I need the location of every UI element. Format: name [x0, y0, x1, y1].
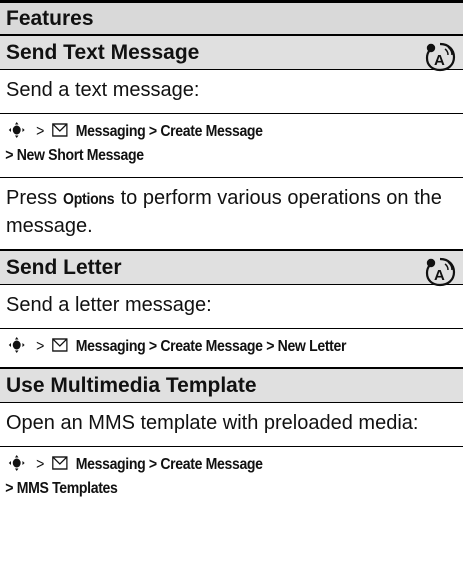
- svg-text:A: A: [434, 267, 445, 284]
- section-intro: Send a letter message:: [6, 294, 212, 316]
- section-title-text: Send Text Message: [6, 41, 200, 64]
- section-intro: Send a text message:: [6, 79, 200, 101]
- path-separator: >: [36, 123, 44, 140]
- menu-path: > Messaging > Create Message > New Lette…: [0, 329, 407, 367]
- features-page: Features Send Text Message A Send a text…: [0, 0, 463, 578]
- path-separator: >: [36, 456, 44, 473]
- nav-key-icon: [8, 337, 25, 353]
- section-use-multimedia-template: Use Multimedia Template Open an MMS temp…: [0, 369, 463, 510]
- envelope-icon: [52, 456, 68, 470]
- section-title: Send Text Message A: [0, 36, 463, 72]
- menu-path: > Messaging > Create Message: [0, 114, 407, 144]
- network-feature-icon: A: [425, 257, 456, 287]
- section-title-text: Send Letter: [6, 256, 122, 279]
- menu-path: > Messaging > Create Message: [0, 447, 407, 477]
- menu-path-continued: > MMS Templates: [5, 480, 118, 497]
- section-note: Press Options to perform various operati…: [0, 178, 463, 249]
- envelope-icon: [52, 338, 68, 352]
- features-header: Features: [0, 0, 463, 36]
- network-feature-icon: A: [425, 42, 456, 72]
- menu-path-text: Messaging > Create Message > New Letter: [75, 338, 347, 355]
- section-send-letter: Send Letter A Send a letter message: > M…: [0, 251, 463, 369]
- path-separator: >: [36, 338, 44, 355]
- menu-path-text: Messaging > Create Message: [75, 456, 263, 473]
- section-title: Send Letter A: [0, 251, 463, 287]
- svg-text:A: A: [434, 52, 445, 69]
- menu-path-continued: > New Short Message: [5, 147, 144, 164]
- section-send-text-message: Send Text Message A Send a text message:…: [0, 36, 463, 251]
- nav-key-icon: [8, 455, 25, 471]
- section-title: Use Multimedia Template: [0, 369, 463, 403]
- section-title-text: Use Multimedia Template: [6, 374, 257, 397]
- menu-path-text: Messaging > Create Message: [75, 123, 263, 140]
- envelope-icon: [52, 123, 68, 137]
- options-softkey-label: Options: [62, 191, 115, 208]
- nav-key-icon: [8, 122, 25, 138]
- note-prefix: Press: [6, 187, 63, 209]
- section-intro: Open an MMS template with preloaded medi…: [6, 412, 419, 434]
